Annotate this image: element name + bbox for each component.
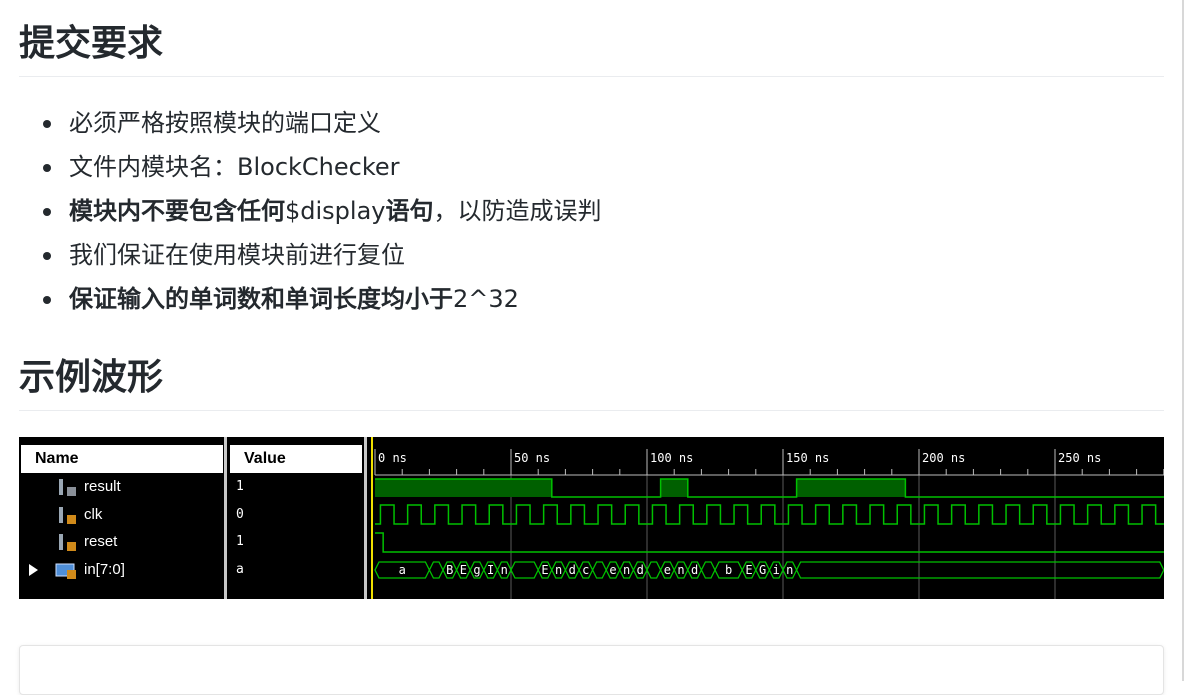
waveform-plot[interactable]: 0 ns 50 ns 100 ns 150 ns 200 ns 250 nsa B Eg In E… <box>19 437 1164 599</box>
content-card <box>19 645 1164 695</box>
section-title-submit: 提交要求 <box>19 23 164 64</box>
bus-segment <box>700 561 716 579</box>
bus-value-label: n <box>555 563 562 577</box>
bus-value-label: n <box>623 563 630 577</box>
reset-trace <box>375 532 1164 553</box>
requirement-text-bold: 语句 <box>385 197 434 225</box>
bus-segment <box>591 561 607 579</box>
bus-value-label: d <box>637 563 644 577</box>
bus-value-label: G <box>759 563 766 577</box>
clk-trace <box>375 504 1164 525</box>
bus-value-label: n <box>677 563 684 577</box>
bus-segment <box>646 561 662 579</box>
bus-value-label: e <box>609 563 616 577</box>
time-label: 150 ns <box>786 451 829 465</box>
requirement-item: 我们保证在使用模块前进行复位 <box>19 233 1119 277</box>
requirement-item: 必须严格按照模块的端口定义 <box>19 101 1119 145</box>
requirement-text-bold: 模块内不要包含任何 <box>69 197 285 225</box>
requirements-list: 必须严格按照模块的端口定义 文件内模块名：BlockChecker 模块内不要包含任… <box>19 101 1119 321</box>
result-high-fill <box>660 479 688 497</box>
requirement-item: 模块内不要包含任何$display语句，以防造成误判 <box>19 189 1119 233</box>
bus-value-label: E <box>541 563 548 577</box>
bullet-icon <box>43 164 51 172</box>
requirement-text: ，以防造成误判 <box>433 197 602 225</box>
bus-value-label: i <box>773 563 780 577</box>
section-title-example: 示例波形 <box>19 357 164 398</box>
time-label: 0 ns <box>378 451 407 465</box>
requirement-item: 文件内模块名：BlockChecker <box>19 145 1119 189</box>
time-label: 250 ns <box>1058 451 1101 465</box>
result-high-fill <box>375 479 552 497</box>
bus-value-label: B <box>446 563 453 577</box>
bullet-icon <box>43 208 51 216</box>
bus-value-label: b <box>725 563 732 577</box>
bus-value-label: g <box>473 563 480 577</box>
section-divider <box>19 410 1164 411</box>
result-high-fill <box>796 479 906 497</box>
requirement-text: 文件内模块名：BlockChecker <box>69 153 400 181</box>
waveform-viewer: Name Value result 1 clk 0 reset 1 in[7:0] a 0 n… <box>19 437 1164 599</box>
time-label: 200 ns <box>922 451 965 465</box>
requirement-text: 必须严格按照模块的端口定义 <box>69 109 381 137</box>
bullet-icon <box>43 296 51 304</box>
bus-value-label: n <box>501 563 508 577</box>
section-divider <box>19 76 1164 77</box>
bus-segment <box>428 561 444 579</box>
bus-value-label: d <box>691 563 698 577</box>
bus-value-label: n <box>786 563 793 577</box>
bus-value-label: d <box>569 563 576 577</box>
requirement-text-bold: 保证输入的单词数和单词长度均小于 <box>69 285 453 313</box>
bus-value-label: c <box>582 563 589 577</box>
bus-value-label: E <box>460 563 467 577</box>
bus-segment <box>510 561 539 579</box>
bullet-icon <box>43 120 51 128</box>
time-label: 100 ns <box>650 451 693 465</box>
bus-value-label: e <box>664 563 671 577</box>
requirement-text: 2^32 <box>453 285 519 313</box>
bus-value-label: I <box>487 563 494 577</box>
bus-value-label: E <box>745 563 752 577</box>
requirement-text: $display <box>285 197 386 225</box>
bus-segment <box>795 561 1164 579</box>
requirement-item: 保证输入的单词数和单词长度均小于2^32 <box>19 277 1119 321</box>
requirement-text: 我们保证在使用模块前进行复位 <box>69 241 405 269</box>
bus-value-label: a <box>399 563 406 577</box>
bullet-icon <box>43 252 51 260</box>
time-label: 50 ns <box>514 451 550 465</box>
